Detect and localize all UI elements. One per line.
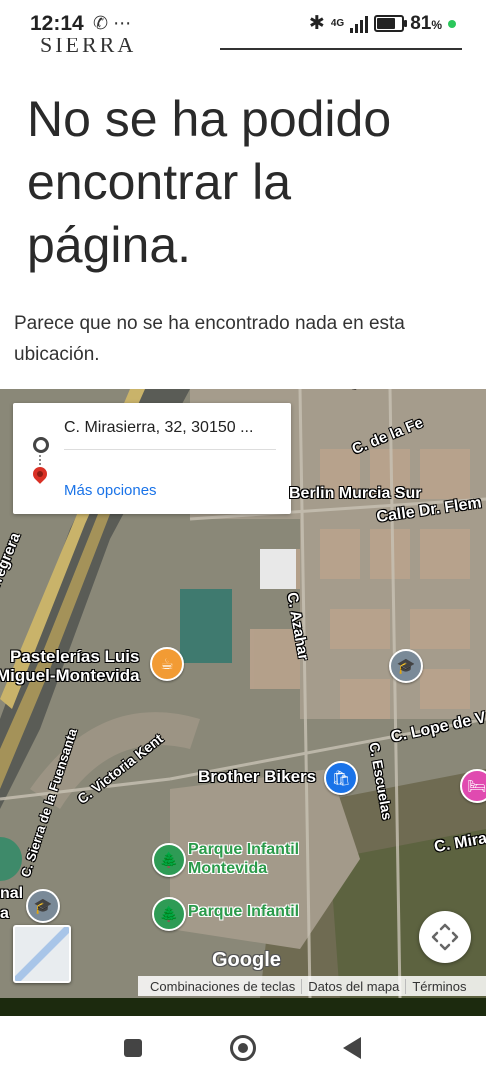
map-data-link[interactable]: Datos del mapa <box>302 978 407 994</box>
keyboard-shortcuts-link[interactable]: Combinaciones de teclas <box>144 978 303 994</box>
divider <box>64 449 276 450</box>
map-label-place: nal <box>0 885 24 902</box>
more-options-link[interactable]: Más opciones <box>64 482 157 499</box>
not-found-message: Parece que no se ha encontrado nada en e… <box>14 313 405 365</box>
status-time: 12:14 <box>30 12 84 35</box>
embedded-map[interactable]: C. Mirasierra, 32, 30150 ... Más opcione… <box>0 389 486 998</box>
page-title: No se ha podido encontrar la página. <box>27 91 392 273</box>
map-label-place: Brother Bikers <box>198 767 317 786</box>
map-label-park: Montevida <box>188 860 268 877</box>
park-pin-icon[interactable]: 🌲 <box>152 897 186 931</box>
privacy-dot-icon <box>448 19 456 28</box>
map-label-park: Parque Infantil <box>188 903 300 920</box>
school-pin-icon[interactable]: 🎓 <box>26 889 60 923</box>
back-icon[interactable] <box>343 1037 361 1059</box>
map-label-place: Miguel-Montevida <box>0 666 140 685</box>
park-pin-icon[interactable]: 🌲 <box>152 843 186 877</box>
home-icon[interactable] <box>230 1035 256 1061</box>
destination-address[interactable]: C. Mirasierra, 32, 30150 ... <box>64 419 253 437</box>
whatsapp-icon: ✆ <box>93 13 109 33</box>
google-logo: Google <box>212 949 281 971</box>
search-field[interactable] <box>220 30 462 50</box>
map-attribution: Combinaciones de teclas Datos del mapa T… <box>138 976 486 996</box>
map-label-park: Parque Infantil <box>188 841 300 858</box>
recents-icon[interactable] <box>124 1039 142 1057</box>
footer-strip <box>0 998 486 1016</box>
notification-icons: ✆ ⋯ <box>93 13 131 34</box>
more-dots-icon: ⋯ <box>113 13 132 33</box>
school-pin-icon[interactable]: 🎓 <box>389 649 423 683</box>
site-logo[interactable]: SIERRA <box>40 38 136 56</box>
network-type: 4G <box>330 17 345 29</box>
map-move-button[interactable] <box>419 911 471 963</box>
origin-icon <box>33 437 49 453</box>
terms-link[interactable]: Términos <box>406 979 472 994</box>
directions-card: C. Mirasierra, 32, 30150 ... Más opcione… <box>13 403 291 514</box>
destination-pin-icon <box>30 464 50 484</box>
map-label-place: Pastelerías Luis <box>10 647 140 666</box>
route-dots-icon <box>39 455 41 467</box>
cafe-pin-icon[interactable]: ☕ <box>150 647 184 681</box>
map-label-place: Berlin Murcia Sur <box>289 485 422 502</box>
system-nav-bar <box>0 1016 486 1080</box>
map-type-toggle[interactable] <box>13 925 71 983</box>
map-label-place: a <box>0 905 9 922</box>
move-arrows-icon <box>431 923 459 951</box>
lodging-pin-icon[interactable]: 🛏 <box>460 769 486 803</box>
shop-pin-icon[interactable]: 🛍 <box>324 761 358 795</box>
